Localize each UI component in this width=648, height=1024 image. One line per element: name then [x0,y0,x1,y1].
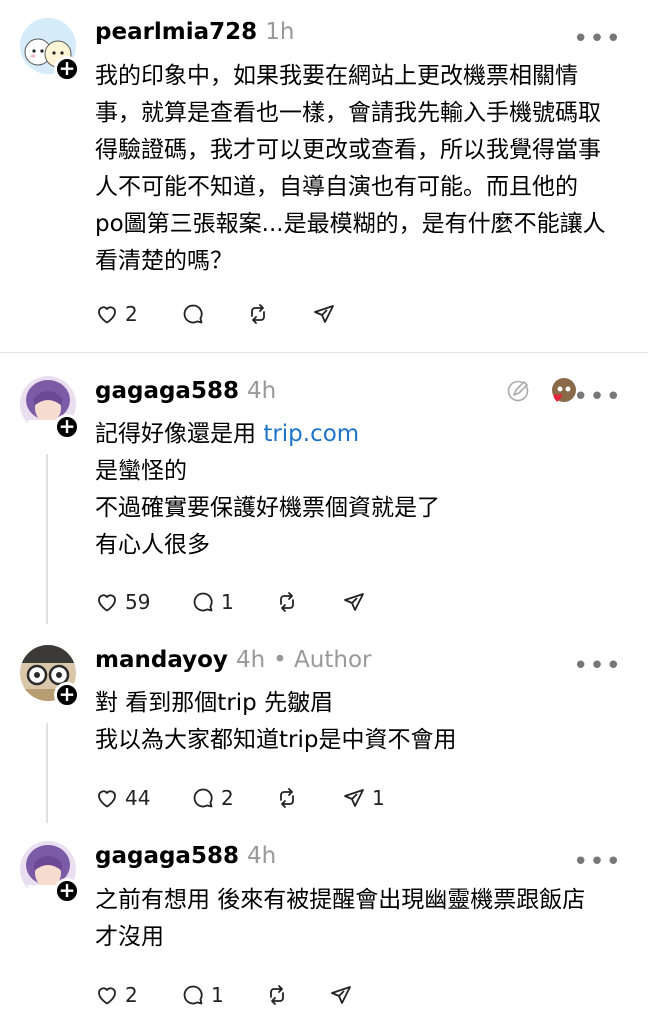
repost-icon [280,788,294,808]
text-line: 事，就算是查看也一樣，會請我先輸入手機號碼取 [95,100,601,126]
heart-icon [98,987,116,1005]
post-mandayoy: + mandayoy 4h • Author ••• 對 看到那個trip 先皺眉… [0,627,648,827]
text-line: 才沒用 [95,924,164,950]
username-row: gagaga588 4h [95,378,276,404]
post-text: 記得好像還是用 trip.com 是蠻怪的 不過確實要保護好機票個資就是了 有心… [95,416,628,564]
text-line: 人不可能不知道，自導自演也有可能。而且他的 [95,174,578,200]
reply-count: 1 [211,983,224,1007]
heart-icon [98,306,116,324]
comment-icon [193,788,213,808]
username-row: pearlmia728 1h [95,19,294,45]
repost-button[interactable] [275,783,299,813]
edit-icon[interactable] [506,377,532,403]
comment-icon [183,304,203,324]
like-count: 59 [125,590,151,614]
username[interactable]: pearlmia728 [95,19,257,45]
more-icon[interactable]: ••• [573,26,622,52]
text-line: 對 看到那個trip 先皺眉 [95,690,334,716]
reply-count: 1 [221,590,234,614]
text-line: 記得好像還是用 trip.com [95,416,628,453]
send-icon [314,305,334,323]
repost-button[interactable] [265,980,289,1010]
repost-icon [270,985,284,1005]
reply-button[interactable]: 2 [191,783,234,813]
share-button[interactable] [329,980,353,1010]
username[interactable]: gagaga588 [95,843,239,869]
comment-icon [183,985,203,1005]
username-row: mandayoy 4h • Author [95,647,371,673]
follow-plus-icon[interactable]: + [54,878,80,904]
post-text: 對 看到那個trip 先皺眉 我以為大家都知道trip是中資不會用 [95,685,628,759]
share-button[interactable] [312,299,336,329]
like-count: 44 [125,786,151,810]
post-time: 4h [246,843,277,869]
text-prefix: 記得好像還是用 [95,421,264,447]
like-button[interactable]: 44 [95,783,150,813]
reply-count: 2 [221,786,234,810]
like-button[interactable]: 2 [95,299,138,329]
thread-line [46,723,48,823]
send-icon [331,986,351,1004]
username-row: gagaga588 4h [95,843,276,869]
heart-icon [98,594,116,612]
follow-plus-icon[interactable]: + [54,56,80,82]
like-count: 2 [125,983,138,1007]
send-icon [344,593,364,611]
username[interactable]: mandayoy [95,647,228,673]
repost-icon [251,304,265,324]
text-line: 之前有想用 後來有被提醒會出現幽靈機票跟飯店 [95,887,586,913]
author-badge: • Author [273,647,372,673]
text-line: po圖第三張報案...是最模糊的，是有什麼不能讓人 [95,211,606,237]
more-icon[interactable]: ••• [573,653,622,679]
share-button[interactable] [342,587,366,617]
like-button[interactable]: 59 [95,587,150,617]
post-pearlmia728: + pearlmia728 1h ••• 我的印象中，如果我要在網站上更改機票相關… [0,0,648,352]
text-line: 我以為大家都知道trip是中資不會用 [95,727,457,753]
repost-icon [280,592,294,612]
like-count: 2 [125,302,138,326]
post-text: 我的印象中，如果我要在網站上更改機票相關情 事，就算是查看也一樣，會請我先輸入手… [95,58,628,280]
follow-plus-icon[interactable]: + [54,682,80,708]
send-icon [344,789,364,807]
text-line: 看清楚的嗎？ [95,248,233,274]
post-time: 4h [235,647,266,673]
post-time: 4h [246,378,277,404]
more-icon[interactable]: ••• [573,384,622,410]
post-text: 之前有想用 後來有被提醒會出現幽靈機票跟飯店 才沒用 [95,882,628,956]
post-time: 1h [265,19,295,45]
trip-link[interactable]: trip.com [263,421,359,447]
reply-button[interactable] [181,299,205,329]
post-gagaga588: + gagaga588 4h ••• 記得好像還是用 trip.com 是蠻怪的 … [0,352,648,627]
post-gagaga588-2: + gagaga588 4h ••• 之前有想用 後來有被提醒會出現幽靈機票跟飯店… [0,827,648,1024]
like-button[interactable]: 2 [95,980,138,1010]
reply-button[interactable]: 1 [191,587,234,617]
heart-icon [98,790,116,808]
share-button[interactable]: 1 [342,783,385,813]
text-line: 得驗證碼，我才可以更改或查看，所以我覺得當事 [95,137,601,163]
comment-icon [193,592,213,612]
username[interactable]: gagaga588 [95,378,239,404]
text-line: 不過確實要保護好機票個資就是了 [95,495,440,521]
repost-button[interactable] [275,587,299,617]
thread-line [46,454,48,624]
text-line: 有心人很多 [95,532,210,558]
follow-plus-icon[interactable]: + [54,414,80,440]
text-line: 是蠻怪的 [95,458,187,484]
text-line: 我的印象中，如果我要在網站上更改機票相關情 [95,63,578,89]
share-count: 1 [372,786,385,810]
reply-button[interactable]: 1 [181,980,224,1010]
more-icon[interactable]: ••• [573,849,622,875]
repost-button[interactable] [246,299,270,329]
